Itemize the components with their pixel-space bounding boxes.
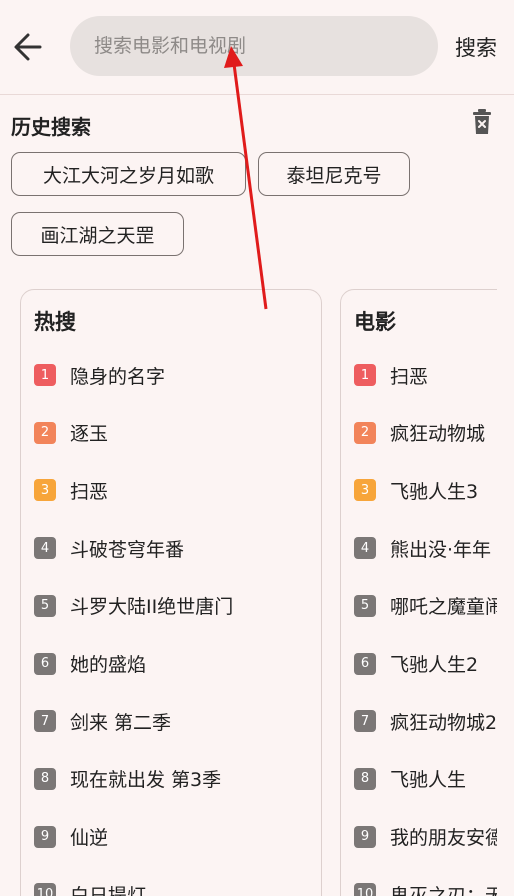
ranking-item-label: 飞驰人生3 [390, 480, 479, 503]
ranking-item[interactable]: 10 白日提灯 [34, 879, 146, 896]
rank-badge: 4 [34, 537, 56, 560]
rank-badge: 9 [354, 825, 376, 848]
ranking-item-label: 斗破苍穹年番 [70, 538, 185, 561]
ranking-item[interactable]: 3 扫恶 [34, 475, 108, 505]
ranking-item[interactable]: 8 现在就出发 第3季 [34, 764, 221, 794]
ranking-item-label: 扫恶 [70, 480, 109, 503]
rank-badge: 8 [354, 767, 376, 790]
rank-badge: 3 [354, 479, 376, 502]
ranking-item-label: 飞驰人生2 [390, 654, 479, 676]
rank-badge: 2 [354, 421, 376, 444]
ranking-item[interactable]: 7 疯狂动物城2 [354, 706, 497, 736]
panel-title: 电影 [354, 310, 396, 334]
rank-badge: 1 [354, 364, 376, 386]
rank-badge: 10 [354, 883, 376, 896]
ranking-item[interactable]: 6 飞驰人生2 [354, 649, 478, 679]
ranking-item-label: 鬼灭之刃：无限城篇 [390, 884, 497, 896]
ranking-item[interactable]: 4 熊出没·年年 [354, 533, 491, 563]
panel-title: 热搜 [34, 310, 76, 334]
ranking-item[interactable]: 9 我的朋友安德烈 [354, 822, 497, 852]
rank-badge: 5 [354, 594, 376, 617]
ranking-item[interactable]: 6 她的盛焰 [34, 649, 146, 679]
ranking-item-label: 仙逆 [70, 827, 109, 850]
ranking-item-label: 白日提灯 [70, 884, 147, 896]
ranking-item[interactable]: 2 疯狂动物城 [354, 418, 485, 448]
ranking-item[interactable]: 7 剑来 第二季 [34, 706, 171, 736]
rank-badge: 5 [34, 594, 56, 617]
ranking-item[interactable]: 2 逐玉 [34, 418, 108, 448]
ranking-item-label: 熊出没·年年 [390, 538, 492, 561]
ranking-item-label: 隐身的名字 [70, 365, 166, 388]
ranking-item[interactable]: 1 隐身的名字 [34, 360, 165, 390]
panel-movies: 电影 1 扫恶 2 疯狂动物城 3 飞驰人生3 4 熊出没·年年 5 哪吒之魔童闹海 6 飞驰人生2 7… [340, 289, 497, 896]
rank-badge: 7 [34, 710, 56, 733]
ranking-item[interactable]: 3 飞驰人生3 [354, 475, 478, 505]
ranking-item-label: 现在就出发 第3季 [70, 769, 222, 792]
rank-badge: 8 [34, 767, 56, 790]
ranking-item[interactable]: 1 扫恶 [354, 360, 428, 390]
ranking-item[interactable]: 8 飞驰人生 [354, 764, 466, 794]
rank-badge: 2 [34, 421, 56, 444]
ranking-item-label: 她的盛焰 [70, 654, 147, 676]
ranking-item-label: 我的朋友安德烈 [390, 827, 497, 850]
rank-badge: 7 [354, 710, 376, 733]
ranking-item-label: 哪吒之魔童闹海 [390, 596, 497, 619]
ranking-item[interactable]: 10 鬼灭之刃：无限城篇 [354, 879, 497, 896]
ranking-item-label: 斗罗大陆II绝世唐门 [70, 596, 234, 619]
rank-badge: 10 [34, 883, 56, 896]
rank-badge: 1 [34, 364, 56, 386]
ranking-item-label: 逐玉 [70, 423, 109, 446]
ranking-item-label: 疯狂动物城2 [390, 711, 497, 734]
ranking-panels-area: 热搜 1 隐身的名字 2 逐玉 3 扫恶 4 斗破苍穹年番 5 斗罗大陆II绝世唐门 6 她的盛焰 7 剑… [0, 0, 497, 896]
rank-badge: 4 [354, 537, 376, 560]
ranking-item[interactable]: 4 斗破苍穹年番 [34, 533, 184, 563]
panel-hot-search: 热搜 1 隐身的名字 2 逐玉 3 扫恶 4 斗破苍穹年番 5 斗罗大陆II绝世唐门 6 她的盛焰 7 剑… [20, 289, 322, 896]
ranking-item-label: 扫恶 [390, 365, 429, 388]
ranking-item-label: 飞驰人生 [390, 769, 467, 792]
rank-badge: 9 [34, 825, 56, 848]
rank-badge: 6 [354, 652, 376, 675]
rank-badge: 6 [34, 652, 56, 675]
ranking-item[interactable]: 9 仙逆 [34, 822, 108, 852]
ranking-item[interactable]: 5 斗罗大陆II绝世唐门 [34, 591, 233, 621]
ranking-item-label: 剑来 第二季 [70, 711, 172, 734]
rank-badge: 3 [34, 479, 56, 502]
ranking-item-label: 疯狂动物城 [390, 423, 486, 446]
ranking-item[interactable]: 5 哪吒之魔童闹海 [354, 591, 497, 621]
